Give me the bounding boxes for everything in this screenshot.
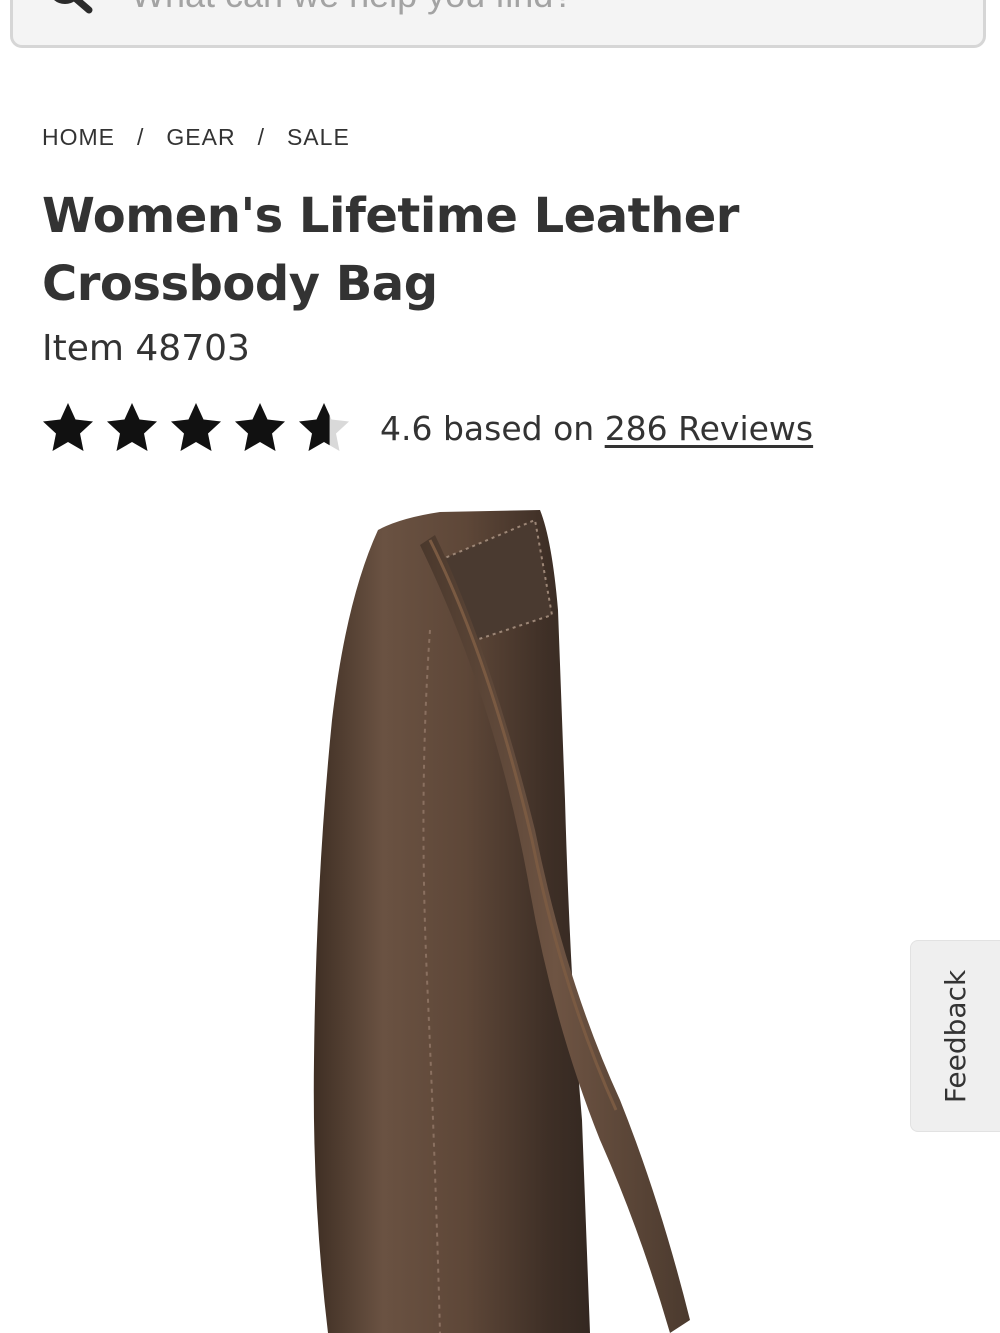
star-full-icon [235,403,285,451]
star-partial-icon [299,403,349,451]
product-page: HOME / GEAR / SALE Women's Lifetime Leat… [0,0,1000,1333]
product-title: Women's Lifetime Leather Crossbody Bag [42,188,739,312]
breadcrumb-sale[interactable]: SALE [287,124,350,151]
star-full-icon [171,403,221,451]
breadcrumb: HOME / GEAR / SALE [42,124,350,151]
search-input[interactable] [131,0,951,15]
product-rating[interactable]: 4.6 based on 286 Reviews [40,400,813,456]
item-number: Item 48703 [42,328,250,369]
feedback-tab[interactable]: Feedback [910,940,1000,1132]
feedback-label: Feedback [939,969,972,1103]
rating-value-text: 4.6 based on [380,408,595,448]
breadcrumb-separator: / [137,124,145,150]
rating-summary: 4.6 based on 286 Reviews [380,409,813,448]
product-image[interactable] [290,500,710,1333]
search-bar[interactable] [10,0,986,48]
rating-stars [40,400,360,456]
search-icon[interactable] [43,0,99,23]
breadcrumb-home[interactable]: HOME [42,124,115,151]
breadcrumb-separator: / [257,124,265,150]
star-full-icon [107,403,157,451]
reviews-link[interactable]: 286 Reviews [605,409,813,448]
breadcrumb-gear[interactable]: GEAR [166,124,235,151]
star-full-icon [43,403,93,451]
